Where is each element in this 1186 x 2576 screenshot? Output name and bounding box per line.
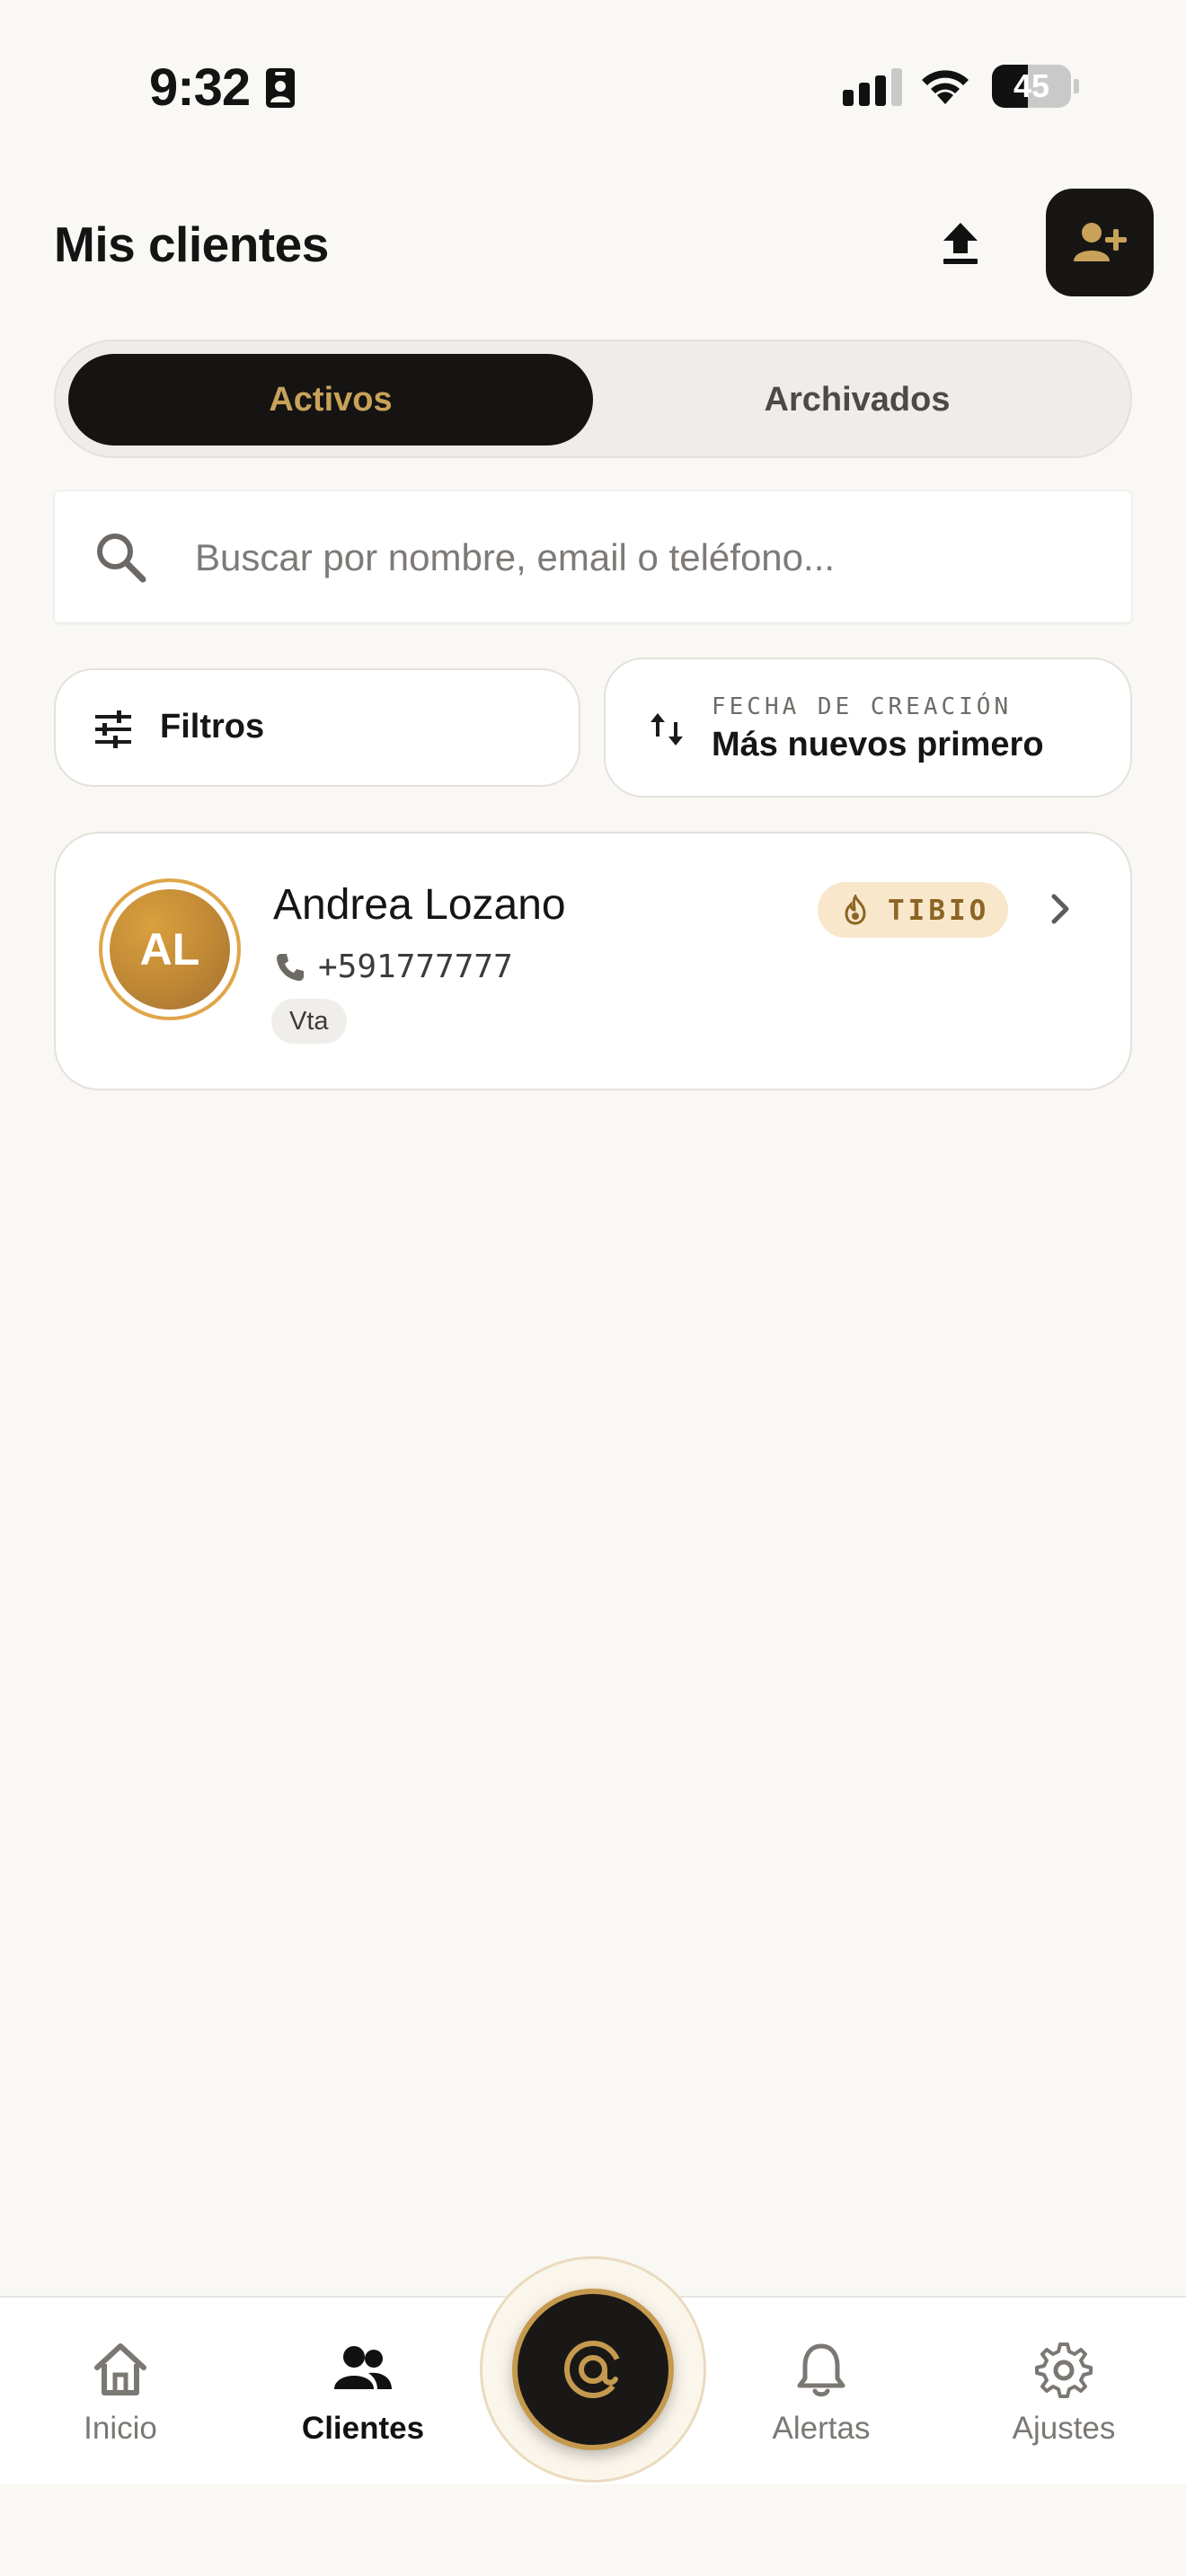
sort-caption: FECHA DE CREACIÓN [712,693,1013,720]
home-icon [94,2343,146,2395]
search-box [54,490,1132,623]
nav-item-inicio[interactable]: Inicio [31,2298,210,2477]
nav-item-ajustes[interactable]: Ajustes [974,2298,1154,2477]
battery-indicator: 45 [992,65,1080,108]
sort-button[interactable]: FECHA DE CREACIÓN Más nuevos primero [604,657,1132,798]
client-card[interactable]: AL Andrea Lozano +591777777 Vta TIBIO [54,832,1132,1090]
status-bar: 9:32 45 [0,0,1186,171]
status-time: 9:32 [149,58,251,117]
flame-icon [845,895,866,925]
battery-level-text: 45 [1013,67,1050,104]
nav-label-clientes: Clientes [301,2411,425,2446]
nav-item-alertas[interactable]: Alertas [731,2298,911,2477]
page-title: Mis clientes [54,216,329,272]
filters-button[interactable]: Filtros [54,668,580,787]
avatar: AL [99,878,241,1020]
client-name: Andrea Lozano [273,881,566,929]
filters-label: Filtros [160,708,265,745]
nav-label-ajustes: Ajustes [1012,2411,1116,2446]
id-card-icon [266,68,295,108]
client-phone: +591777777 [318,948,513,985]
at-sign-icon [564,2341,622,2398]
sliders-icon [95,710,131,748]
tab-archivados[interactable]: Archivados [595,354,1120,446]
nav-label-inicio: Inicio [84,2411,157,2446]
nav-label-alertas: Alertas [772,2411,871,2446]
phone-icon [277,954,304,981]
chevron-right-icon [1051,894,1069,924]
sort-value: Más nuevos primero [712,726,1044,763]
upload-button[interactable] [931,214,990,273]
add-user-icon [1074,223,1127,261]
temperature-badge: TIBIO [818,882,1008,938]
avatar-initials: AL [110,889,230,1010]
client-tag: Vta [271,999,347,1044]
bell-icon [797,2343,845,2397]
upload-icon [943,223,978,264]
gear-icon [1035,2342,1093,2398]
sort-arrows-icon [651,713,683,745]
status-segmented-control: Activos Archivados [54,340,1132,458]
users-icon [334,2346,392,2389]
tab-activos[interactable]: Activos [68,354,593,446]
search-input[interactable] [195,522,1093,594]
add-client-button[interactable] [1046,189,1154,296]
nav-item-clientes[interactable]: Clientes [273,2298,453,2477]
center-action-button[interactable] [512,2289,674,2450]
temperature-label: TIBIO [888,895,990,927]
signal-icon [843,68,902,106]
search-icon [97,534,146,583]
wifi-icon [922,70,969,104]
